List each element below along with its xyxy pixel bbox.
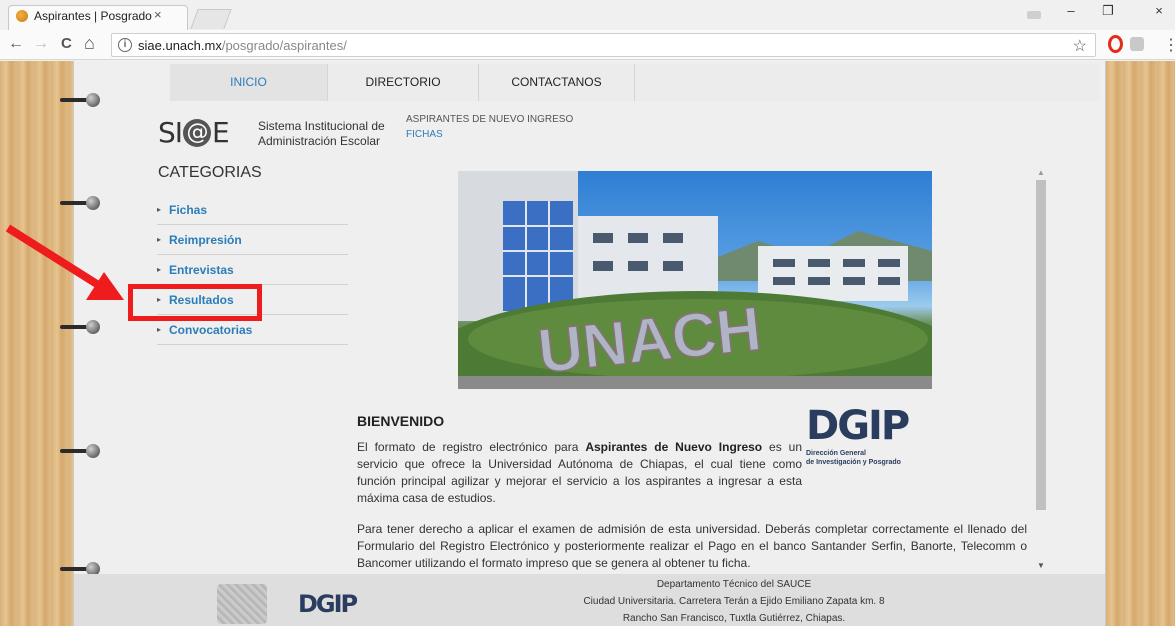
red-arrow-annotation xyxy=(5,224,124,300)
url-text[interactable]: siae.unach.mx/posgrado/aspirantes/ xyxy=(138,38,347,53)
scroll-thumb[interactable] xyxy=(1036,180,1046,510)
home-button[interactable]: ⌂ xyxy=(84,33,95,54)
breadcrumb-link[interactable]: FICHAS xyxy=(406,129,443,140)
categories-title: CATEGORIAS xyxy=(158,164,262,181)
logo-subtitle: Sistema Institucional de Administración … xyxy=(258,119,385,148)
restore-button[interactable]: ❐ xyxy=(1093,3,1123,19)
reload-button[interactable]: C xyxy=(61,35,72,52)
minimize-button[interactable]: – xyxy=(1056,3,1086,18)
page-footer: DGIP Departamento Técnico del SAUCE Ciud… xyxy=(74,574,1105,626)
binder-ring-icon xyxy=(60,320,102,334)
binder-ring-icon xyxy=(60,93,102,107)
footer-dgip-logo: DGIP xyxy=(298,590,358,618)
nav-inicio[interactable]: INICIO xyxy=(170,64,327,101)
category-reimpresion[interactable]: ▸ Reimpresión xyxy=(157,225,348,255)
unach-seal-icon xyxy=(217,584,267,624)
nav-contactanos[interactable]: CONTACTANOS xyxy=(479,64,634,101)
nav-directorio[interactable]: DIRECTORIO xyxy=(328,64,478,101)
scroll-down-icon[interactable]: ▼ xyxy=(1037,561,1045,570)
tab-close-icon[interactable]: × xyxy=(154,7,162,22)
category-entrevistas[interactable]: ▸ Entrevistas xyxy=(157,255,348,285)
welcome-paragraph-1: El formato de registro electrónico para … xyxy=(357,440,802,505)
site-navigation: INICIO DIRECTORIO CONTACTANOS xyxy=(170,64,1100,101)
welcome-title: BIENVENIDO xyxy=(357,413,445,429)
info-icon[interactable]: i xyxy=(118,38,132,52)
categories-list: ▸ Fichas ▸ Reimpresión ▸ Entrevistas ▸ Resul… xyxy=(157,195,348,345)
highlight-box xyxy=(128,284,262,321)
back-button[interactable]: ← xyxy=(8,35,24,53)
binder-ring-icon xyxy=(60,444,102,458)
close-window-button[interactable]: × xyxy=(1144,3,1174,18)
footer-line-1: Departamento Técnico del SAUCE xyxy=(656,579,812,590)
browser-tab-bar: Aspirantes | Posgrado × – ❐ × xyxy=(0,0,1175,30)
bookmark-star-icon[interactable]: ☆ xyxy=(1073,36,1087,56)
siae-logo[interactable]: SI @ E xyxy=(158,116,230,149)
scroll-up-icon[interactable]: ▲ xyxy=(1037,168,1045,177)
extension-icon[interactable] xyxy=(1130,37,1144,51)
new-tab-button[interactable] xyxy=(190,9,232,29)
forward-button[interactable]: → xyxy=(33,35,49,53)
content-scrollbar[interactable]: ▲ ▼ xyxy=(1035,168,1047,573)
wood-background-right xyxy=(1106,61,1175,626)
opera-extension-icon[interactable] xyxy=(1108,35,1123,53)
campus-photo: UNACH xyxy=(458,171,932,389)
browser-toolbar: ← → C ⌂ i siae.unach.mx/posgrado/aspiran… xyxy=(0,30,1175,60)
binder-ring-icon xyxy=(60,196,102,210)
welcome-paragraph-2: Para tener derecho a aplicar el examen d… xyxy=(357,522,1027,570)
dgip-logo: DGIP Dirección General de Investigación … xyxy=(806,403,910,466)
breadcrumb-title: ASPIRANTES DE NUEVO INGRESO xyxy=(406,114,574,125)
footer-line-3: Rancho San Francisco, Tuxtla Gutiérrez, … xyxy=(622,613,846,624)
profile-icon[interactable] xyxy=(1027,11,1041,19)
footer-line-2: Ciudad Universitaria. Carretera Terán a … xyxy=(583,596,885,607)
favicon-icon xyxy=(16,10,28,22)
browser-menu-icon[interactable]: ⋮ xyxy=(1163,35,1175,55)
wood-background-left xyxy=(0,61,73,626)
category-fichas[interactable]: ▸ Fichas xyxy=(157,195,348,225)
address-bar[interactable]: i siae.unach.mx/posgrado/aspirantes/ ☆ xyxy=(111,33,1096,57)
tab-title[interactable]: Aspirantes | Posgrado xyxy=(34,9,152,23)
